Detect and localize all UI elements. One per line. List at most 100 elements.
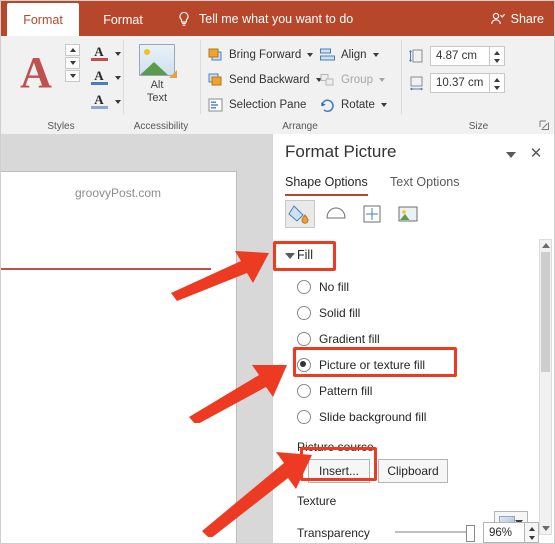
text-outline-button[interactable]: A	[85, 69, 113, 89]
tab-text-options[interactable]: Text Options	[390, 175, 459, 189]
tab-shape-options[interactable]: Shape Options	[285, 175, 368, 196]
radio-no-fill[interactable]	[297, 280, 311, 294]
send-backward-icon	[207, 72, 224, 88]
pane-title: Format Picture	[285, 142, 397, 161]
transparency-stepper[interactable]	[525, 522, 539, 543]
rotate-icon	[319, 97, 336, 113]
text-fill-letter: A	[94, 44, 104, 59]
shape-height-control[interactable]: 4.87 cm	[409, 45, 505, 67]
send-backward-button[interactable]: Send Backward	[207, 69, 322, 91]
fill-expand-icon[interactable]	[285, 253, 295, 259]
scroll-down-icon[interactable]	[541, 526, 550, 531]
picture-source-label: Picture source	[297, 440, 374, 454]
pane-icon-toolbar	[285, 200, 485, 232]
text-effects-letter: A	[94, 92, 104, 107]
alt-text-label-line1: Alt	[150, 79, 164, 91]
text-effects-chevron-down-icon[interactable]	[115, 100, 121, 104]
radio-pattern-fill[interactable]	[297, 384, 311, 398]
selection-pane-icon	[207, 97, 224, 113]
shape-width-input[interactable]: 10.37 cm	[430, 73, 490, 93]
radio-picture-or-texture-fill[interactable]	[297, 358, 311, 372]
bring-forward-icon	[207, 47, 224, 63]
bring-forward-chevron-down-icon[interactable]	[307, 53, 314, 57]
transparency-slider-knob[interactable]	[466, 525, 475, 542]
option-solid-fill-label: Solid fill	[319, 306, 361, 320]
wordart-style-gallery[interactable]: A	[13, 48, 59, 100]
picture-icon	[139, 44, 177, 78]
pane-scrollbar[interactable]	[539, 239, 552, 535]
slide-divider-line	[1, 268, 211, 270]
align-button[interactable]: Align	[319, 44, 379, 66]
clipboard-button[interactable]: Clipboard	[378, 459, 448, 483]
option-no-fill[interactable]: No fill	[297, 278, 349, 296]
transparency-value-input[interactable]: 96%	[483, 522, 525, 543]
gallery-scroll-down-button[interactable]	[65, 57, 80, 69]
bring-forward-label: Bring Forward	[229, 49, 302, 61]
effects-icon[interactable]	[321, 200, 351, 228]
rotate-chevron-down-icon[interactable]	[380, 103, 387, 107]
bring-forward-button[interactable]: Bring Forward	[207, 44, 314, 66]
group-label: Group	[341, 74, 373, 86]
divider-styles	[123, 40, 124, 114]
group-button: Group	[319, 69, 385, 91]
scrollbar-thumb[interactable]	[541, 252, 550, 372]
share-button[interactable]: Share	[490, 1, 544, 36]
format-picture-pane: Format Picture ✕ Shape Options Text Opti…	[272, 134, 554, 543]
shape-width-control[interactable]: 10.37 cm	[409, 72, 505, 94]
option-picture-or-texture-fill[interactable]: Picture or texture fill	[297, 356, 425, 374]
alt-text-button[interactable]: Alt Text	[129, 44, 185, 105]
radio-solid-fill[interactable]	[297, 306, 311, 320]
tab-format-secondary[interactable]: Format	[87, 3, 159, 36]
group-icon	[319, 72, 336, 88]
divider-arrange	[401, 40, 402, 114]
fill-and-line-icon[interactable]	[285, 200, 315, 228]
powerpoint-window: Format Format Tell me what you want to d…	[0, 0, 555, 544]
align-chevron-down-icon[interactable]	[372, 53, 379, 57]
selection-pane-button[interactable]: Selection Pane	[207, 94, 306, 116]
option-picture-or-texture-fill-label: Picture or texture fill	[319, 358, 426, 372]
text-outline-chevron-down-icon[interactable]	[115, 76, 121, 80]
option-pattern-fill[interactable]: Pattern fill	[297, 382, 372, 400]
radio-slide-background-fill[interactable]	[297, 410, 311, 424]
fill-section-heading[interactable]: Fill	[297, 248, 313, 262]
rotate-button[interactable]: Rotate	[319, 94, 387, 116]
shape-height-stepper[interactable]	[490, 46, 505, 66]
ribbon-tab-bar: Format Format Tell me what you want to d…	[1, 1, 554, 36]
text-fill-button[interactable]: A	[85, 45, 113, 65]
insert-picture-button[interactable]: Insert...	[308, 459, 370, 483]
lightbulb-icon	[176, 11, 192, 27]
picture-format-icon[interactable]	[393, 200, 423, 228]
transparency-label: Transparency	[297, 526, 370, 540]
shape-height-icon	[409, 48, 424, 64]
size-and-properties-icon[interactable]	[357, 200, 387, 228]
option-no-fill-label: No fill	[319, 280, 350, 294]
shape-width-stepper[interactable]	[490, 73, 505, 93]
divider-accessibility	[200, 40, 201, 114]
gallery-scroll-up-button[interactable]	[65, 44, 80, 56]
option-slide-background-fill[interactable]: Slide background fill	[297, 408, 426, 426]
align-icon	[319, 47, 336, 63]
tab-format-active[interactable]: Format	[7, 3, 79, 36]
radio-gradient-fill[interactable]	[297, 332, 311, 346]
slide-workspace: groovyPost.com	[1, 134, 272, 543]
option-solid-fill[interactable]: Solid fill	[297, 304, 360, 322]
alt-text-label-line2: Text	[146, 92, 168, 104]
group-label-styles: Styles	[47, 121, 75, 132]
transparency-slider-track[interactable]	[395, 531, 470, 533]
group-label-arrange: Arrange	[282, 121, 318, 132]
shape-height-input[interactable]: 4.87 cm	[430, 46, 490, 66]
size-dialog-launcher[interactable]	[539, 120, 551, 132]
slide-canvas[interactable]: groovyPost.com	[1, 171, 237, 543]
style-gallery-scroll[interactable]	[65, 44, 80, 83]
rotate-label: Rotate	[341, 99, 375, 111]
text-fill-chevron-down-icon[interactable]	[115, 52, 121, 56]
scroll-up-icon[interactable]	[541, 243, 550, 248]
tell-me-search[interactable]: Tell me what you want to do	[176, 1, 353, 36]
group-label-size: Size	[468, 121, 489, 132]
pane-chevron-down-icon[interactable]	[506, 152, 516, 158]
text-effects-button[interactable]: A	[85, 93, 113, 113]
gallery-more-button[interactable]	[65, 70, 80, 82]
option-gradient-fill[interactable]: Gradient fill	[297, 330, 380, 348]
pane-close-icon[interactable]: ✕	[526, 144, 546, 164]
group-chevron-down-icon	[378, 78, 385, 82]
